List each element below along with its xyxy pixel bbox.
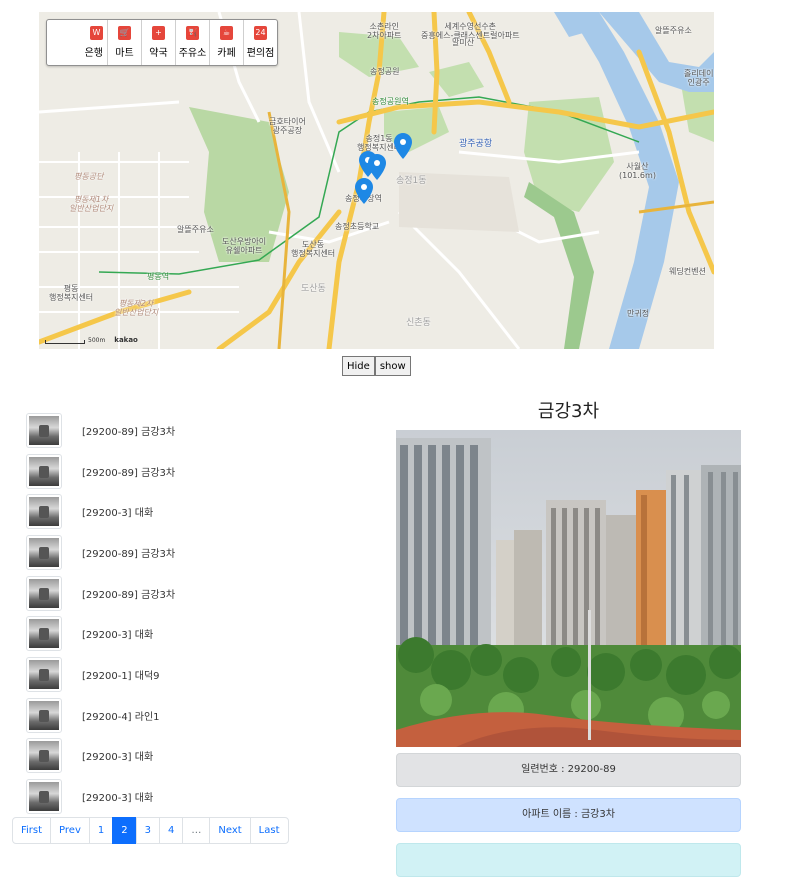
map-label: 금호타이어 광주공장 xyxy=(269,117,306,135)
apartment-thumbnail xyxy=(26,412,62,448)
map-label: 송정공원 xyxy=(370,67,400,76)
map-label: 도산동 행정복지센터 xyxy=(291,240,336,258)
map-toggle-group: Hide show xyxy=(342,356,411,376)
map-label: 평동제2차 일반산업단지 xyxy=(114,299,159,317)
map-label: 웨딩컨벤션 xyxy=(669,267,706,276)
list-item[interactable]: [29200-89] 금강3차 xyxy=(26,451,356,492)
list-item[interactable]: [29200-4] 라인1 xyxy=(26,695,356,736)
map-marker-icon[interactable] xyxy=(355,178,373,204)
cafe-icon: ☕ xyxy=(220,26,233,40)
pharmacy-icon: + xyxy=(152,26,165,40)
apartment-photo xyxy=(396,430,741,747)
map-category-bar: W 은행 🛒 마트 + 약국 ⛽ 주유소 ☕ 카페 24 편의점 xyxy=(46,19,278,66)
page-first-button[interactable]: First xyxy=(12,817,52,844)
list-item[interactable]: [29200-89] 금강3차 xyxy=(26,410,356,451)
page-3-button[interactable]: 3 xyxy=(135,817,160,844)
category-label: 편의점 xyxy=(246,48,275,59)
page-4-button[interactable]: 4 xyxy=(159,817,184,844)
category-mart[interactable]: 🛒 마트 xyxy=(107,20,141,65)
map-label: 평동공단 xyxy=(74,172,104,181)
category-label: 마트 xyxy=(115,48,134,59)
map-label: 소촌라인 2차아파트 xyxy=(367,22,402,40)
category-label: 주유소 xyxy=(178,48,207,59)
apartment-thumbnail xyxy=(26,616,62,652)
page-next-button[interactable]: Next xyxy=(209,817,251,844)
list-item-label: [29200-4] 라인1 xyxy=(82,711,160,723)
map-label: 말미산 xyxy=(452,38,475,47)
map-scale: 500m kakao xyxy=(45,336,138,344)
serial-number-box: 일련번호 : 29200-89 xyxy=(396,753,741,787)
apartment-thumbnail xyxy=(26,453,62,489)
map-label: 평동제1차 일반산업단지 xyxy=(69,195,114,213)
convenience-store-icon: 24 xyxy=(254,26,267,40)
category-convenience-store[interactable]: 24 편의점 xyxy=(243,20,277,65)
apartment-thumbnail xyxy=(26,575,62,611)
list-item[interactable]: [29200-3] 대화 xyxy=(26,776,356,817)
list-item[interactable]: [29200-3] 대화 xyxy=(26,491,356,532)
list-item-label: [29200-1] 대덕9 xyxy=(82,670,160,682)
map-label: 송정공원역 xyxy=(372,97,409,106)
map-label: 알뜰주유소 xyxy=(177,225,214,234)
map-marker-icon[interactable] xyxy=(394,133,412,159)
category-label: 은행 xyxy=(84,48,103,59)
apartment-thumbnail xyxy=(26,697,62,733)
category-gas-station[interactable]: ⛽ 주유소 xyxy=(175,20,209,65)
list-item-label: [29200-3] 대화 xyxy=(82,630,154,642)
page-last-button[interactable]: Last xyxy=(249,817,289,844)
list-item[interactable]: [29200-89] 금강3차 xyxy=(26,573,356,614)
category-label: 카페 xyxy=(217,48,236,59)
scale-label: 500m xyxy=(88,337,106,344)
info-box-partial xyxy=(396,843,741,877)
apartment-thumbnail xyxy=(26,738,62,774)
category-cafe[interactable]: ☕ 카페 xyxy=(209,20,243,65)
category-label: 약국 xyxy=(149,48,168,59)
map-marker-icon[interactable] xyxy=(368,154,386,180)
map-label: 평동역 xyxy=(147,272,170,281)
map-provider-logo: kakao xyxy=(114,336,138,344)
apartment-thumbnail xyxy=(26,494,62,530)
map-label: 도산동 xyxy=(301,284,326,294)
cart-icon: 🛒 xyxy=(118,26,131,40)
detail-title: 금강3차 xyxy=(537,401,600,422)
map-label: 광주공항 xyxy=(459,139,493,149)
page-2-button[interactable]: 2 xyxy=(112,817,137,844)
apartment-list: [29200-89] 금강3차 [29200-89] 금강3차 [29200-3… xyxy=(26,410,356,817)
list-item[interactable]: [29200-3] 대화 xyxy=(26,736,356,777)
map-label: 평동 행정복지센터 xyxy=(49,284,94,302)
map-label: 홀리데이 인광주 xyxy=(684,69,714,87)
list-item-label: [29200-3] 대화 xyxy=(82,752,154,764)
map-label: 신촌동 xyxy=(406,318,431,328)
page-1-button[interactable]: 1 xyxy=(88,817,114,844)
page-prev-button[interactable]: Prev xyxy=(50,817,90,844)
list-item[interactable]: [29200-89] 금강3차 xyxy=(26,532,356,573)
map-label: 송정1동 xyxy=(396,176,427,186)
list-item-label: [29200-89] 금강3차 xyxy=(82,548,176,560)
map-label: 만귀정 xyxy=(627,309,650,318)
map-label: 송정초등학교 xyxy=(335,222,380,231)
category-pharmacy[interactable]: + 약국 xyxy=(141,20,175,65)
list-item-label: [29200-89] 금강3차 xyxy=(82,426,176,438)
gas-station-icon: ⛽ xyxy=(186,26,199,40)
map-label: 사월산 (101.6m) xyxy=(619,162,656,180)
scale-bar xyxy=(45,340,85,344)
apartment-thumbnail xyxy=(26,656,62,692)
apartment-thumbnail xyxy=(26,779,62,815)
list-item-label: [29200-89] 금강3차 xyxy=(82,467,176,479)
apartment-thumbnail xyxy=(26,534,62,570)
page-ellipsis: … xyxy=(182,817,211,844)
show-map-button[interactable]: show xyxy=(374,356,411,376)
bank-icon: W xyxy=(90,26,103,40)
list-item[interactable]: [29200-3] 대화 xyxy=(26,613,356,654)
list-item-label: [29200-89] 금강3차 xyxy=(82,589,176,601)
category-bank[interactable]: W 은행 xyxy=(47,20,107,65)
hide-map-button[interactable]: Hide xyxy=(342,356,375,376)
apartment-name-box: 아파트 이름 : 금강3차 xyxy=(396,798,741,832)
map-view[interactable]: 소촌라인 2차아파트 세계수영선수촌 중흥에스-클래스센트럴아파트 말미산 송정… xyxy=(39,12,714,349)
list-item-label: [29200-3] 대화 xyxy=(82,793,154,805)
list-item[interactable]: [29200-1] 대덕9 xyxy=(26,654,356,695)
map-label: 알뜰주유소 xyxy=(655,26,692,35)
map-label: 도산우방아이 유쉘아파트 xyxy=(222,237,267,255)
list-item-label: [29200-3] 대화 xyxy=(82,508,154,520)
pagination: First Prev 1 2 3 4 … Next Last xyxy=(12,817,289,844)
